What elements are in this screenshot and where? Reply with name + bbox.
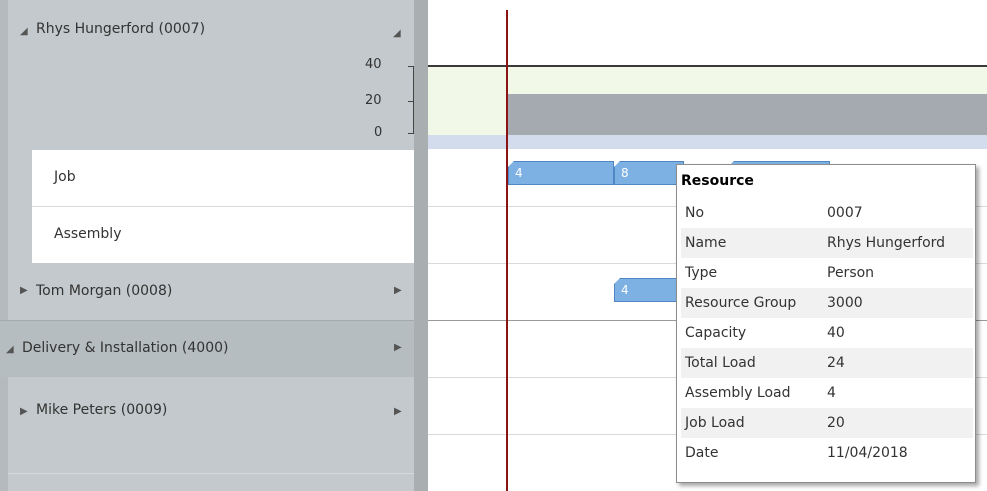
task-hours: 4 xyxy=(621,283,629,297)
chevron-right-icon[interactable]: ▶ xyxy=(394,342,402,353)
tooltip-value: Rhys Hungerford xyxy=(827,235,946,251)
tooltip-row: Date 11/04/2018 xyxy=(681,438,973,468)
tooltip-value: 40 xyxy=(827,325,845,341)
group-label: Delivery & Installation (4000) xyxy=(22,340,229,356)
resource-tooltip: Resource No 0007 Name Rhys Hungerford Ty… xyxy=(676,164,976,483)
tooltip-row: Total Load 24 xyxy=(681,348,973,378)
panel-edge xyxy=(0,0,8,491)
tooltip-value: 3000 xyxy=(827,295,863,311)
resource-label: Rhys Hungerford (0007) xyxy=(36,21,206,37)
tooltip-row: Type Person xyxy=(681,258,973,288)
expanded-triangle-icon[interactable]: ◢ xyxy=(20,26,28,37)
job-label: Job xyxy=(54,169,76,185)
load-bar xyxy=(508,94,987,135)
chevron-right-icon[interactable]: ▶ xyxy=(394,406,402,417)
resource-row-mike[interactable]: ▶ Mike Peters (0009) ▶ xyxy=(8,378,414,472)
tooltip-row: Resource Group 3000 xyxy=(681,288,973,318)
tooltip-value: 20 xyxy=(827,415,845,431)
resource-label: Mike Peters (0009) xyxy=(36,402,168,418)
task-hours: 8 xyxy=(621,166,629,180)
tooltip-key: Total Load xyxy=(685,355,756,371)
tooltip-key: Resource Group xyxy=(685,295,797,311)
panel-scrollbar[interactable] xyxy=(414,0,428,491)
tooltip-value: 11/04/2018 xyxy=(827,445,908,461)
tooltip-key: Capacity xyxy=(685,325,747,341)
tooltip-key: No xyxy=(685,205,705,221)
task-bar[interactable]: 4 xyxy=(614,278,684,302)
tooltip-value: 0007 xyxy=(827,205,863,221)
resource-row-rhys[interactable]: ◢ Rhys Hungerford (0007) ◢ 40 20 0 xyxy=(8,0,414,150)
resource-row-tom[interactable]: ▶ Tom Morgan (0008) ▶ xyxy=(8,264,414,320)
collapsed-triangle-icon[interactable]: ▶ xyxy=(20,406,28,417)
collapsed-triangle-icon[interactable]: ▶ xyxy=(20,285,28,296)
axis-tick-label: 40 xyxy=(365,57,382,72)
group-row-delivery[interactable]: ◢ Delivery & Installation (4000) ▶ xyxy=(0,321,414,377)
task-bar[interactable]: 8 xyxy=(614,161,684,185)
row-divider xyxy=(8,473,414,474)
task-hours: 4 xyxy=(515,166,523,180)
tooltip-row: Job Load 20 xyxy=(681,408,973,438)
tooltip-row: Capacity 40 xyxy=(681,318,973,348)
tooltip-row: No 0007 xyxy=(681,198,973,228)
axis-tick-label: 20 xyxy=(365,93,382,108)
tooltip-key: Job Load xyxy=(685,415,745,431)
assembly-label: Assembly xyxy=(54,226,122,242)
assembly-row[interactable]: Assembly xyxy=(32,207,414,263)
tooltip-row: Name Rhys Hungerford xyxy=(681,228,973,258)
tooltip-value: 4 xyxy=(827,385,836,401)
tooltip-title: Resource xyxy=(681,173,754,189)
expanded-triangle-icon[interactable]: ◢ xyxy=(6,344,14,355)
tooltip-key: Name xyxy=(685,235,727,251)
task-bar[interactable]: 4 xyxy=(508,161,614,185)
axis-tick-label: 0 xyxy=(374,125,383,140)
tooltip-row: Assembly Load 4 xyxy=(681,378,973,408)
tooltip-value: Person xyxy=(827,265,875,281)
tooltip-key: Assembly Load xyxy=(685,385,791,401)
tooltip-key: Type xyxy=(685,265,718,281)
today-marker-line xyxy=(506,10,508,491)
baseline-band xyxy=(428,135,987,149)
capacity-line xyxy=(428,65,987,67)
job-row[interactable]: Job xyxy=(32,150,414,206)
chevron-right-icon[interactable]: ▶ xyxy=(394,285,402,296)
tooltip-key: Date xyxy=(685,445,719,461)
corner-triangle-icon: ◢ xyxy=(393,28,401,39)
resource-label: Tom Morgan (0008) xyxy=(36,283,173,299)
tooltip-value: 24 xyxy=(827,355,845,371)
